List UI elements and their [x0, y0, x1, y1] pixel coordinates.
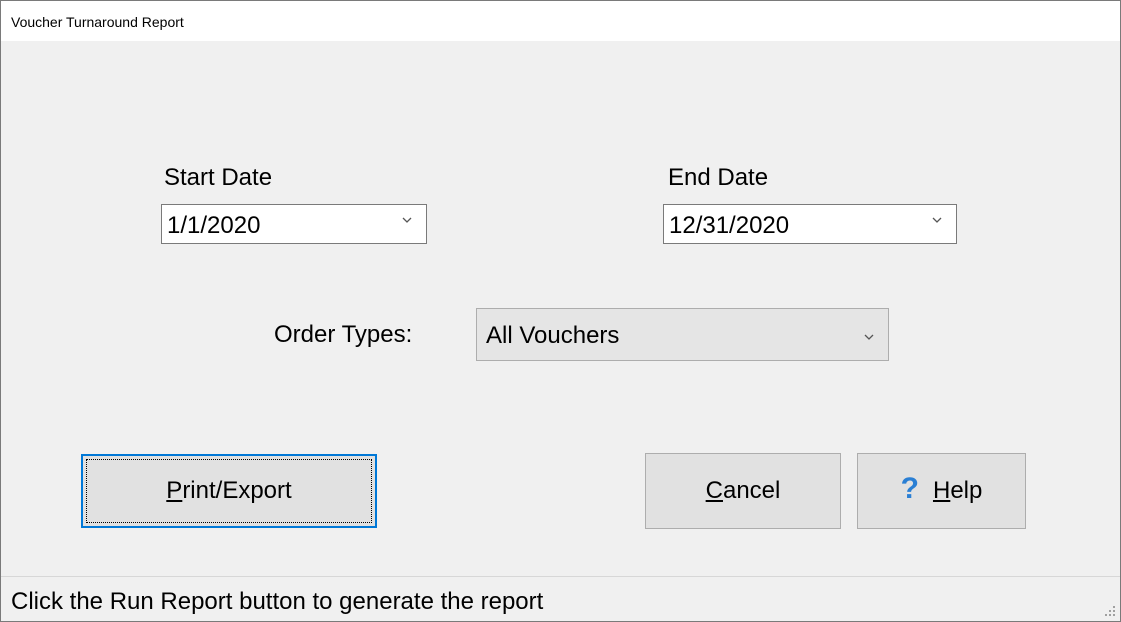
question-mark-icon: ? [900, 472, 919, 505]
resize-grip-icon[interactable] [1104, 605, 1116, 617]
end-date-value: 12/31/2020 [669, 212, 790, 239]
end-date-picker[interactable]: 12/31/2020 [663, 204, 957, 244]
status-text: Click the Run Report button to generate … [11, 588, 544, 615]
window-title: Voucher Turnaround Report [11, 14, 184, 30]
chevron-down-icon[interactable] [400, 213, 414, 227]
print-export-label: Print/Export [166, 477, 292, 504]
start-date-value: 1/1/2020 [167, 212, 261, 239]
end-date-label: End Date [668, 164, 769, 191]
order-types-value: All Vouchers [486, 322, 620, 349]
help-label: Help [932, 477, 983, 504]
report-dialog: Voucher Turnaround Report Start Date 1/1… [0, 0, 1121, 622]
help-button[interactable]: ? Help [857, 453, 1026, 529]
print-export-button[interactable]: Print/Export [81, 454, 377, 528]
status-bar: Click the Run Report button to generate … [1, 576, 1120, 621]
chevron-down-icon[interactable] [862, 330, 876, 344]
order-types-select[interactable]: All Vouchers [476, 308, 889, 361]
order-types-label: Order Types: [274, 321, 413, 348]
start-date-label: Start Date [164, 164, 273, 191]
title-bar: Voucher Turnaround Report [1, 1, 1120, 41]
chevron-down-icon[interactable] [930, 213, 944, 227]
cancel-label: Cancel [705, 477, 781, 504]
cancel-button[interactable]: Cancel [645, 453, 841, 529]
start-date-picker[interactable]: 1/1/2020 [161, 204, 427, 244]
